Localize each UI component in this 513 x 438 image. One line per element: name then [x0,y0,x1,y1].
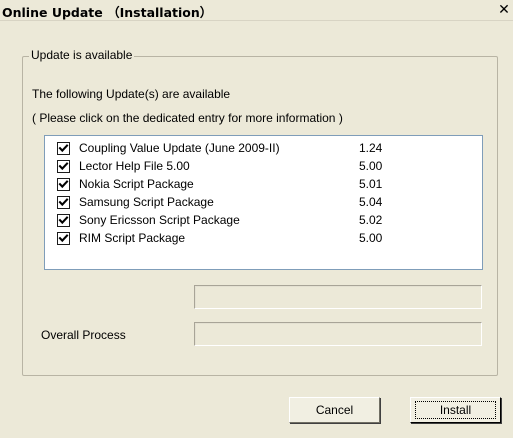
update-version: 5.01 [359,177,383,191]
update-name: RIM Script Package [79,231,186,245]
checkmark-icon [58,162,69,171]
groupbox-legend: Update is available [29,48,135,63]
update-name: Nokia Script Package [79,177,194,191]
online-update-dialog: Online Update （Installation） ✕ Update is… [0,0,513,438]
update-name: Lector Help File 5.00 [79,159,190,173]
checkmark-icon [58,216,69,225]
checkmark-icon [58,234,69,243]
checkbox[interactable] [57,160,70,173]
update-row-coupling-value[interactable]: Coupling Value Update (June 2009-II) 1.2… [53,139,473,157]
update-version: 5.02 [359,213,383,227]
file-progress-bar [194,285,482,309]
checkmark-icon [58,144,69,153]
updates-hint-text: ( Please click on the dedicated entry fo… [32,111,343,125]
checkbox[interactable] [57,232,70,245]
overall-progress-bar [194,322,482,346]
update-row-rim[interactable]: RIM Script Package 5.00 [53,229,473,247]
update-version: 5.00 [359,231,383,245]
overall-process-label: Overall Process [41,328,126,342]
update-row-samsung[interactable]: Samsung Script Package 5.04 [53,193,473,211]
window-title: Online Update （Installation） [2,5,213,20]
checkbox[interactable] [57,214,70,227]
checkmark-icon [58,198,69,207]
update-row-sony-ericsson[interactable]: Sony Ericsson Script Package 5.02 [53,211,473,229]
update-row-lector-help[interactable]: Lector Help File 5.00 5.00 [53,157,473,175]
update-row-nokia[interactable]: Nokia Script Package 5.01 [53,175,473,193]
checkbox[interactable] [57,142,70,155]
update-name: Coupling Value Update (June 2009-II) [79,141,280,155]
update-name: Samsung Script Package [79,195,214,209]
close-icon[interactable]: ✕ [496,1,512,19]
checkbox[interactable] [57,178,70,191]
install-button-label: Install [439,403,472,417]
cancel-button[interactable]: Cancel [289,397,380,423]
update-version: 5.04 [359,195,383,209]
update-version: 1.24 [359,141,383,155]
checkmark-icon [58,180,69,189]
install-button[interactable]: Install [410,397,501,423]
cancel-button-label: Cancel [315,403,354,417]
update-list: Coupling Value Update (June 2009-II) 1.2… [44,135,483,270]
update-name: Sony Ericsson Script Package [79,213,240,227]
title-bar[interactable]: Online Update （Installation） ✕ [0,0,513,21]
checkbox[interactable] [57,196,70,209]
updates-intro-text: The following Update(s) are available [32,87,231,101]
update-version: 5.00 [359,159,383,173]
